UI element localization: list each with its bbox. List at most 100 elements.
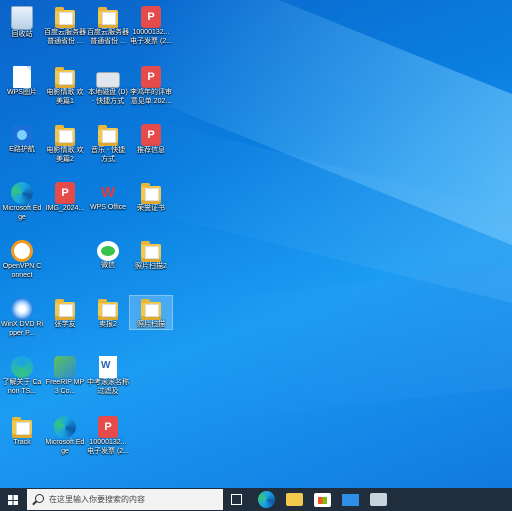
desktop-icon-label: 照片扫描2 bbox=[135, 263, 167, 270]
edge-icon[interactable] bbox=[258, 491, 275, 508]
folder-icon bbox=[98, 7, 118, 28]
app-icon bbox=[12, 125, 32, 145]
folder-icon bbox=[98, 299, 118, 320]
folder-icon bbox=[141, 183, 161, 204]
desktop-icon-label: 本地磁盘 (D) - 快捷方式 bbox=[88, 89, 128, 105]
search-placeholder: 在这里输入你要搜索的内容 bbox=[49, 495, 145, 504]
task-view-icon[interactable] bbox=[231, 494, 242, 505]
wechat-icon bbox=[97, 241, 119, 261]
network-icon[interactable] bbox=[370, 493, 387, 506]
desktop-icon-label: 卖报2 bbox=[99, 321, 117, 328]
image-file-icon bbox=[13, 66, 31, 88]
desktop-icon-label: 照片扫描 bbox=[137, 321, 165, 328]
desktop-icon-wps-pictures[interactable]: WPS图片 bbox=[1, 64, 43, 97]
folder-icon bbox=[141, 299, 161, 320]
desktop-icon-folder[interactable]: 百度云服务器普通省份 ... bbox=[44, 4, 86, 46]
dvd-icon bbox=[11, 298, 33, 320]
pdf-icon: P bbox=[141, 66, 161, 88]
freerip-icon bbox=[54, 356, 76, 378]
desktop-icon-folder[interactable]: 张学友 bbox=[44, 296, 86, 329]
desktop-icon-wechat[interactable]: 微信 bbox=[87, 238, 129, 270]
edge-icon bbox=[54, 416, 76, 438]
pdf-icon: P bbox=[98, 416, 118, 438]
desktop-icon-label: 荣誉证书 bbox=[137, 205, 165, 212]
desktop-icon-track[interactable]: Track bbox=[1, 414, 43, 447]
desktop-icon-label: Microsoft Edge bbox=[45, 439, 85, 455]
desktop-icon-folder[interactable]: 荣誉证书 bbox=[130, 180, 172, 213]
recycle-bin-icon bbox=[11, 6, 33, 30]
desktop-icon-label: 中考滚滚名称 过滤及 bbox=[87, 379, 129, 395]
desktop-icon-canon[interactable]: 了解关于 Canon TS... bbox=[1, 354, 43, 396]
desktop-icon-label: 电影情歌 欢 美篇2 bbox=[46, 147, 84, 163]
wps-office-icon: W bbox=[100, 184, 116, 201]
desktop-icon-label: WPS Office bbox=[89, 204, 127, 211]
desktop-icon-pdf[interactable]: P 10000132... 电子发票 (2... bbox=[87, 414, 129, 456]
desktop-icon-label: OpenVPN Connect bbox=[2, 263, 42, 279]
folder-icon bbox=[141, 241, 161, 262]
desktop-icon-label: E路护航 bbox=[9, 146, 35, 153]
mail-icon[interactable] bbox=[342, 494, 359, 506]
drive-icon bbox=[96, 72, 120, 88]
folder-icon bbox=[55, 299, 75, 320]
desktop-icon-label: 回收站 bbox=[11, 31, 33, 38]
folder-icon bbox=[98, 125, 118, 146]
desktop-icon-pdf[interactable]: P 李鸿年的评审 意见单 202... bbox=[130, 64, 172, 106]
pdf-icon: P bbox=[141, 124, 161, 146]
search-icon bbox=[35, 494, 44, 503]
desktop-icon-openvpn[interactable]: OpenVPN Connect bbox=[1, 238, 43, 280]
desktop-icon-label: 百度云服务器普通省份 ... bbox=[87, 29, 129, 45]
folder-icon bbox=[55, 7, 75, 28]
edge-icon bbox=[11, 182, 33, 204]
desktop: 回收站 WPS图片 E路护航 Microsoft Edge OpenVPN Co… bbox=[0, 0, 512, 488]
folder-icon bbox=[12, 417, 32, 438]
desktop-icon-label: 了解关于 Canon TS... bbox=[2, 379, 42, 395]
desktop-icon-folder[interactable]: 百度云服务器普通省份 ... bbox=[87, 4, 129, 46]
taskbar: 在这里输入你要搜索的内容 bbox=[0, 488, 512, 511]
canon-icon bbox=[11, 356, 33, 378]
desktop-icon-label: 10000132... 电子发票 (2... bbox=[87, 439, 130, 455]
desktop-icon-folder[interactable]: 卖报2 bbox=[87, 296, 129, 329]
desktop-icon-wps-office[interactable]: W WPS Office bbox=[87, 180, 129, 212]
pdf-icon: P bbox=[141, 6, 161, 28]
openvpn-icon bbox=[11, 240, 33, 262]
desktop-icon-label: WPS图片 bbox=[7, 89, 37, 96]
desktop-icon-label: Track bbox=[13, 439, 31, 446]
folder-icon bbox=[55, 67, 75, 88]
desktop-icon-folder-selected[interactable]: 照片扫描 bbox=[129, 295, 173, 330]
desktop-icon-folder[interactable]: 电影情歌 欢 美篇1 bbox=[44, 64, 86, 106]
desktop-icon-label: 微信 bbox=[101, 262, 115, 269]
desktop-icon-label: 张学友 bbox=[54, 321, 76, 328]
desktop-icon-edge[interactable]: Microsoft Edge bbox=[1, 180, 43, 222]
wallpaper-light-beam bbox=[200, 245, 512, 420]
desktop-icon-freerip[interactable]: FreeRIP MP3 Co... bbox=[44, 354, 86, 396]
desktop-icon-e-guard[interactable]: E路护航 bbox=[1, 122, 43, 154]
file-explorer-icon[interactable] bbox=[286, 493, 303, 506]
desktop-icon-recycle-bin[interactable]: 回收站 bbox=[1, 4, 43, 39]
pdf-icon: P bbox=[55, 182, 75, 204]
desktop-icon-music-shortcut[interactable]: 音乐 - 快捷 方式 bbox=[87, 122, 129, 164]
desktop-icon-label: IMG_2024... bbox=[45, 205, 85, 212]
desktop-icon-winx-dvd[interactable]: WinX DVD Ripper P... bbox=[1, 296, 43, 338]
desktop-icon-folder[interactable]: 照片扫描2 bbox=[130, 238, 172, 271]
folder-icon bbox=[55, 125, 75, 146]
desktop-icon-pdf[interactable]: P IMG_2024... bbox=[44, 180, 86, 213]
windows-logo-icon bbox=[8, 495, 18, 505]
desktop-icon-pdf[interactable]: P 推荐信息 bbox=[130, 122, 172, 155]
desktop-icon-label: 10000132... 电子发票 (2... bbox=[130, 29, 173, 45]
desktop-icon-edge[interactable]: Microsoft Edge bbox=[44, 414, 86, 456]
desktop-icon-label: 百度云服务器普通省份 ... bbox=[44, 29, 86, 45]
desktop-icon-label: 李鸿年的评审 意见单 202... bbox=[130, 89, 172, 105]
desktop-icon-folder[interactable]: 电影情歌 欢 美篇2 bbox=[44, 122, 86, 164]
desktop-icon-label: 推荐信息 bbox=[137, 147, 165, 154]
desktop-icon-pdf[interactable]: P 10000132... 电子发票 (2... bbox=[130, 4, 172, 46]
desktop-icon-label: FreeRIP MP3 Co... bbox=[45, 379, 85, 395]
desktop-icon-label: WinX DVD Ripper P... bbox=[1, 321, 44, 337]
desktop-icon-label: Microsoft Edge bbox=[2, 205, 42, 221]
store-icon[interactable] bbox=[314, 493, 331, 507]
desktop-icon-drive-shortcut[interactable]: 本地磁盘 (D) - 快捷方式 bbox=[87, 64, 129, 106]
desktop-icon-label: 音乐 - 快捷 方式 bbox=[90, 147, 126, 163]
desktop-icon-word-doc[interactable]: 中考滚滚名称 过滤及 bbox=[87, 354, 129, 396]
taskbar-search-box[interactable]: 在这里输入你要搜索的内容 bbox=[27, 489, 223, 510]
word-doc-icon bbox=[99, 356, 117, 378]
start-button[interactable] bbox=[0, 488, 26, 511]
